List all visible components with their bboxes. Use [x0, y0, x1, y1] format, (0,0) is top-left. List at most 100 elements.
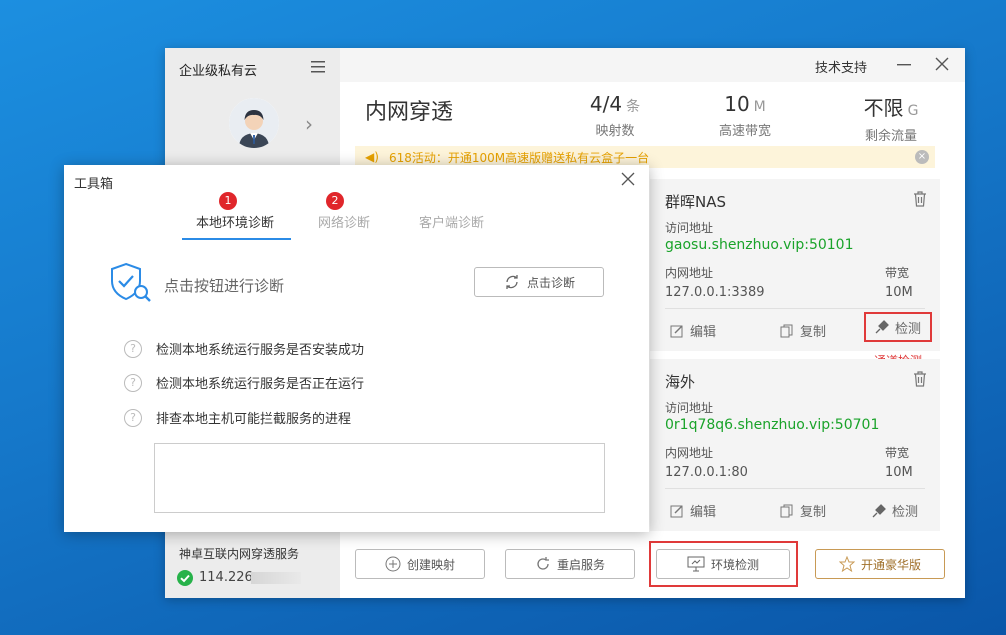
stat-label: 映射数 [595, 124, 635, 139]
check-button[interactable]: 检测 [872, 501, 918, 520]
diagnosis-output-area[interactable] [154, 443, 605, 513]
start-diagnosis-button[interactable]: 点击诊断 [474, 267, 604, 297]
minimize-icon[interactable] [896, 56, 912, 72]
lan-label: 内网地址 [665, 446, 714, 460]
stat-label: 剩余流量 [864, 129, 917, 144]
mapping-card: 群晖NAS 访问地址 gaosu.shenzhuo.vip:50101 内网地址… [650, 179, 940, 351]
close-icon[interactable] [620, 171, 636, 187]
check-item-text: 检测本地系统运行服务是否安装成功 [156, 343, 365, 358]
copy-icon [780, 504, 793, 517]
edit-button[interactable]: 编辑 [670, 321, 716, 340]
mapping-card: 海外 访问地址 0r1q78q6.shenzhuo.vip:50701 内网地址… [650, 359, 940, 531]
tab-client-diagnosis[interactable]: 客户端诊断 [419, 212, 484, 231]
tab-network-diagnosis[interactable]: 网络诊断 [318, 212, 370, 231]
copy-label: 复制 [800, 325, 827, 340]
service-title: 神卓互联内网穿透服务 [179, 547, 300, 561]
plus-circle-icon [385, 556, 401, 572]
diagnosis-prompt: 点击按钮进行诊断 [164, 277, 285, 295]
brand-title: 企业级私有云 [179, 64, 258, 79]
access-address[interactable]: 0r1q78q6.shenzhuo.vip:50701 [665, 417, 879, 433]
avatar[interactable] [229, 98, 279, 148]
step-badge: 2 [326, 192, 344, 210]
stat-unit: 条 [626, 99, 641, 115]
create-mapping-label: 创建映射 [406, 557, 455, 572]
check-item-text: 检测本地系统运行服务是否正在运行 [156, 377, 365, 392]
copy-label: 复制 [800, 505, 827, 520]
check-item-text: 排查本地主机可能拦截服务的进程 [156, 412, 352, 427]
check-button[interactable]: 检测 [864, 312, 932, 342]
env-check-button[interactable]: 环境检测 [656, 549, 790, 579]
title-bar: 技术支持 [340, 48, 965, 82]
env-check-label: 环境检测 [710, 557, 759, 572]
card-name: 海外 [665, 373, 696, 391]
check-label: 检测 [894, 321, 921, 337]
stat-value: 10 [724, 92, 750, 116]
restart-service-button[interactable]: 重启服务 [505, 549, 635, 579]
stat-value: 4/4 [589, 92, 623, 116]
trash-icon[interactable] [913, 191, 927, 207]
question-icon: ? [124, 339, 142, 358]
stat-label: 高速带宽 [718, 124, 771, 139]
edit-button[interactable]: 编辑 [670, 501, 716, 520]
stat-traffic: 不限 G 剩余流量 [841, 92, 941, 144]
tab-underline [182, 238, 291, 240]
pin-icon [872, 503, 886, 517]
edit-label: 编辑 [690, 325, 717, 340]
upgrade-label: 开通豪华版 [860, 557, 921, 572]
lan-label: 内网地址 [665, 266, 714, 280]
check-circle-icon [177, 570, 193, 586]
close-icon[interactable]: × [915, 150, 929, 164]
speaker-icon: ◀) [365, 150, 379, 164]
start-diagnosis-label: 点击诊断 [526, 275, 575, 290]
pin-icon [875, 320, 889, 334]
edit-icon [670, 325, 683, 337]
question-icon: ? [124, 408, 142, 427]
divider [665, 488, 925, 489]
tab-local-diagnosis[interactable]: 本地环境诊断 [196, 212, 274, 231]
close-icon[interactable] [934, 56, 950, 72]
access-label: 访问地址 [665, 401, 714, 415]
menu-icon[interactable] [311, 61, 325, 73]
refresh-icon [537, 557, 549, 570]
stat-bandwidth: 10 M 高速带宽 [695, 92, 795, 139]
toolbox-dialog: 工具箱 1 2 本地环境诊断 网络诊断 客户端诊断 点击按钮进行诊断 点击诊断 … [64, 165, 649, 532]
monitor-icon [687, 556, 705, 572]
bandwidth-label: 带宽 [885, 266, 910, 280]
refresh-icon [506, 275, 518, 289]
copy-button[interactable]: 复制 [780, 501, 826, 520]
bandwidth-value: 10M [885, 285, 913, 300]
card-name: 群晖NAS [665, 193, 727, 211]
upgrade-button[interactable]: 开通豪华版 [815, 549, 945, 579]
check-label: 检测 [892, 505, 919, 520]
stat-value: 不限 [863, 96, 904, 120]
copy-button[interactable]: 复制 [780, 321, 826, 340]
dialog-title: 工具箱 [74, 177, 114, 192]
stat-mappings: 4/4 条 映射数 [565, 92, 665, 139]
create-mapping-button[interactable]: 创建映射 [355, 549, 485, 579]
ip-mask [251, 572, 301, 584]
support-link[interactable]: 技术支持 [815, 57, 867, 76]
star-icon [838, 556, 855, 572]
bandwidth-label: 带宽 [885, 446, 910, 460]
divider [665, 308, 925, 309]
question-icon: ? [124, 373, 142, 392]
service-ip: 114.226 [199, 570, 253, 585]
lan-address: 127.0.0.1:3389 [665, 285, 765, 300]
bandwidth-value: 10M [885, 465, 913, 480]
access-label: 访问地址 [665, 221, 714, 235]
step-badge: 1 [219, 192, 237, 210]
copy-icon [780, 324, 793, 337]
edit-label: 编辑 [690, 505, 717, 520]
stat-unit: G [907, 103, 919, 119]
chevron-right-icon[interactable]: › [305, 112, 313, 136]
access-address[interactable]: gaosu.shenzhuo.vip:50101 [665, 237, 853, 253]
promo-text: 618活动：开通100M高速版赠送私有云盒子一台 [389, 151, 650, 165]
trash-icon[interactable] [913, 371, 927, 387]
restart-service-label: 重启服务 [556, 557, 605, 572]
check-item: ? 检测本地系统运行服务是否正在运行 [124, 373, 364, 392]
lan-address: 127.0.0.1:80 [665, 465, 748, 480]
stat-unit: M [753, 99, 766, 115]
shield-search-icon [111, 262, 151, 302]
check-item: ? 排查本地主机可能拦截服务的进程 [124, 408, 351, 427]
page-title: 内网穿透 [365, 100, 454, 125]
